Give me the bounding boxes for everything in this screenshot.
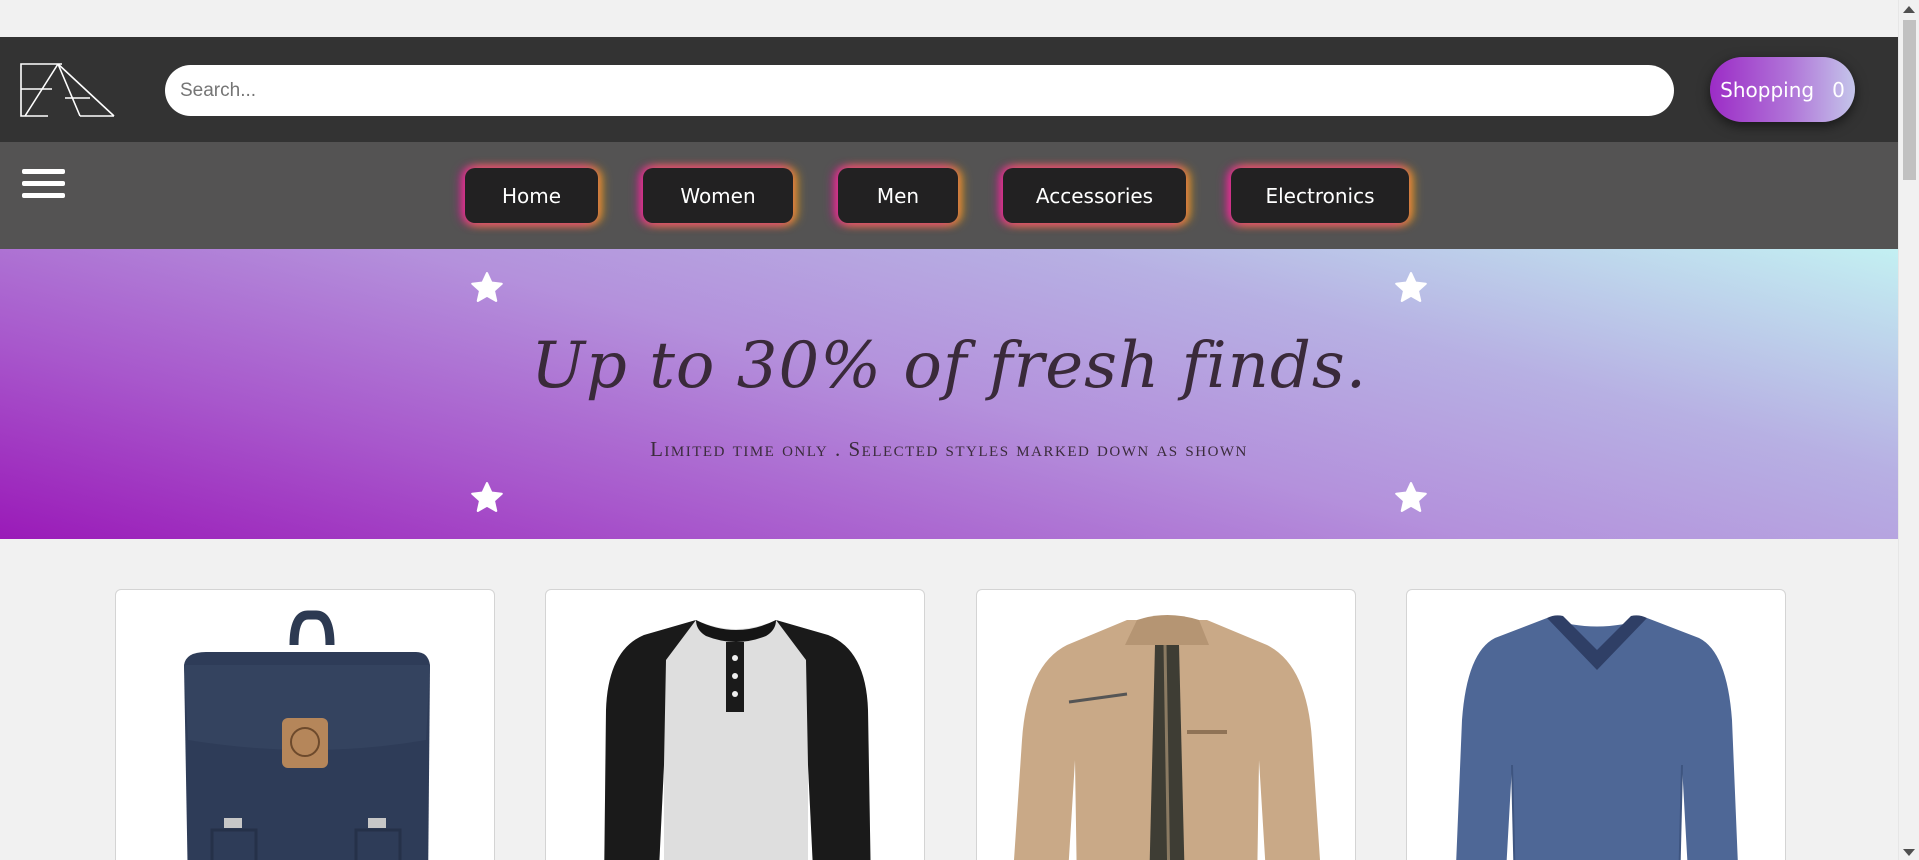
page-scrollbar[interactable] [1898, 0, 1919, 860]
shopping-cart-button[interactable]: Shopping 0 [1710, 57, 1855, 122]
nav-home-button[interactable]: Home [465, 168, 598, 223]
scroll-down-arrow-icon[interactable] [1903, 849, 1915, 856]
nav-men-button[interactable]: Men [838, 168, 958, 223]
cart-count-badge: 0 [1832, 77, 1845, 102]
backpack-icon [184, 610, 430, 860]
product-card-henley[interactable] [545, 589, 925, 860]
henley-shirt-icon [604, 620, 871, 860]
logo[interactable] [20, 62, 115, 118]
promo-banner: Up to 30% of fresh finds. Limited time o… [0, 249, 1898, 539]
product-card-backpack[interactable] [115, 589, 495, 860]
page: Shopping 0 Home Women Men Accessories El… [0, 0, 1919, 860]
product-card-jacket[interactable] [976, 589, 1356, 860]
search-input[interactable] [165, 65, 1674, 116]
star-icon [1395, 482, 1427, 512]
star-icon [471, 482, 503, 512]
scroll-up-arrow-icon[interactable] [1903, 6, 1915, 13]
nav-women-button[interactable]: Women [643, 168, 793, 223]
nav-electronics-button[interactable]: Electronics [1231, 168, 1409, 223]
star-icon [1395, 272, 1427, 302]
hamburger-menu-icon[interactable] [22, 169, 65, 199]
product-card-sweater[interactable] [1406, 589, 1786, 860]
jacket-icon [1014, 615, 1320, 860]
scrollbar-thumb[interactable] [1903, 20, 1916, 180]
top-header: Shopping 0 [0, 37, 1898, 142]
star-icon [471, 272, 503, 302]
sweater-icon [1456, 615, 1738, 860]
promo-subtitle: Limited time only . Selected styles mark… [650, 437, 1248, 461]
category-nav: Home Women Men Accessories Electronics [0, 142, 1898, 249]
cart-label: Shopping [1720, 77, 1815, 102]
nav-accessories-button[interactable]: Accessories [1003, 168, 1186, 223]
promo-title: Up to 30% of fresh finds. [530, 329, 1368, 403]
